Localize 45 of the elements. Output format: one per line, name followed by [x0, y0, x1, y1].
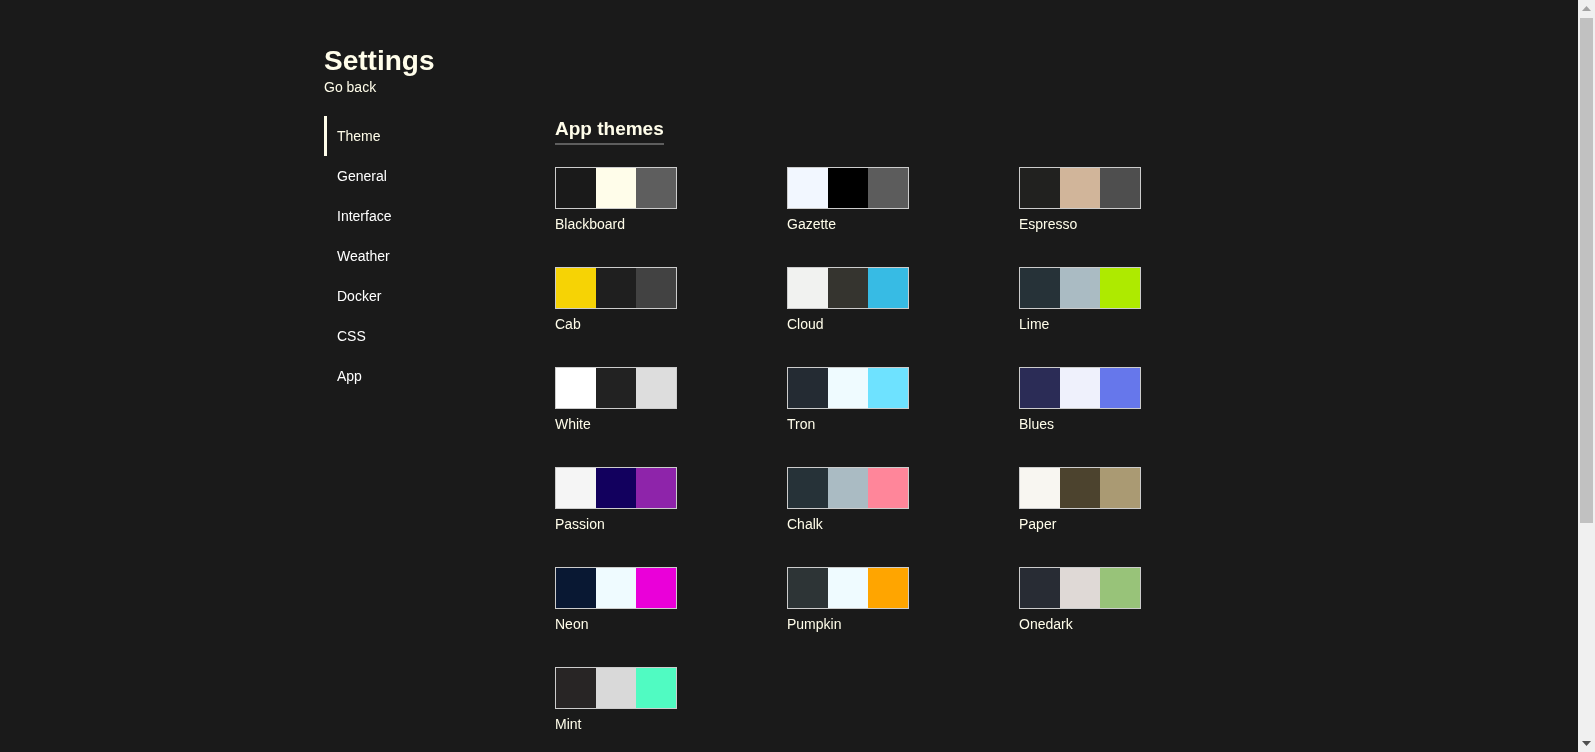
theme-name: Neon: [555, 615, 589, 633]
scrollbar[interactable]: [1578, 0, 1595, 752]
theme-swatch-strip[interactable]: [1019, 267, 1141, 309]
theme-name: Gazette: [787, 215, 837, 233]
theme-name: Cloud: [787, 315, 824, 333]
theme-swatch-strip[interactable]: [555, 667, 677, 709]
sidebar-item[interactable]: Docker: [324, 276, 388, 316]
theme-name: Paper: [1019, 515, 1057, 533]
theme-name: Passion: [555, 515, 605, 533]
theme-name: Mint: [555, 715, 582, 733]
sidebar-item[interactable]: Interface: [324, 196, 398, 236]
theme-swatch-strip[interactable]: [787, 267, 909, 309]
section-title: App themes: [555, 118, 664, 145]
theme-swatch-strip[interactable]: [1019, 167, 1141, 209]
theme-swatch-strip[interactable]: [555, 467, 677, 509]
theme-swatch-strip[interactable]: [1019, 367, 1141, 409]
theme-swatch-strip[interactable]: [787, 567, 909, 609]
scrollbar-thumb[interactable]: [1580, 18, 1593, 523]
theme-swatch-strip[interactable]: [555, 567, 677, 609]
theme-name: Lime: [1019, 315, 1050, 333]
theme-name: Espresso: [1019, 215, 1078, 233]
sidebar-item[interactable]: Theme: [324, 116, 387, 156]
theme-swatch-strip[interactable]: [787, 467, 909, 509]
theme-swatch-strip[interactable]: [555, 167, 677, 209]
theme-name: Cab: [555, 315, 581, 333]
theme-swatch-strip[interactable]: [555, 267, 677, 309]
page-title: Settings: [324, 45, 436, 77]
theme-swatch-strip[interactable]: [1019, 567, 1141, 609]
theme-name: White: [555, 415, 591, 433]
sidebar-item[interactable]: Weather: [324, 236, 396, 276]
go-back-link[interactable]: Go back: [324, 79, 377, 95]
theme-name: Blackboard: [555, 215, 626, 233]
scroll-down-icon[interactable]: [1582, 741, 1591, 746]
theme-swatch-strip[interactable]: [555, 367, 677, 409]
theme-name: Pumpkin: [787, 615, 842, 633]
theme-swatch-strip[interactable]: [1019, 467, 1141, 509]
theme-name: Onedark: [1019, 615, 1073, 633]
sidebar-item[interactable]: App: [324, 356, 368, 396]
sidebar-item[interactable]: CSS: [324, 316, 372, 356]
theme-name: Chalk: [787, 515, 823, 533]
theme-name: Blues: [1019, 415, 1055, 433]
theme-swatch-strip[interactable]: [787, 367, 909, 409]
theme-name: Tron: [787, 415, 816, 433]
sidebar-item[interactable]: General: [324, 156, 393, 196]
theme-swatch-strip[interactable]: [787, 167, 909, 209]
